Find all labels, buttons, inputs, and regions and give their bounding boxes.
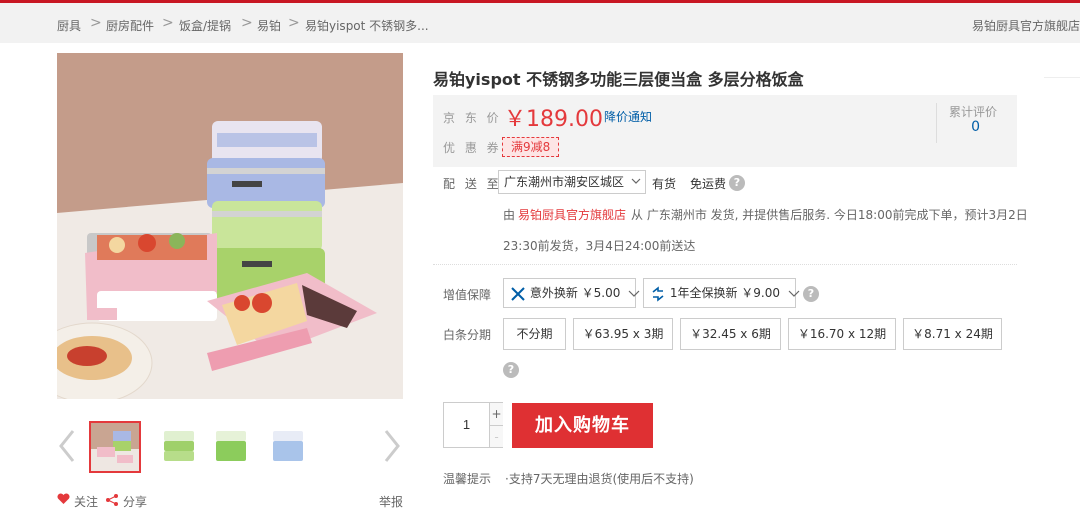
- accident-replacement-option[interactable]: 意外换新 ￥5.00: [503, 278, 640, 308]
- chevron-down-icon: [631, 178, 641, 184]
- report-button[interactable]: 举报: [379, 493, 403, 510]
- value-added-label: 增值保障: [443, 288, 492, 302]
- shipping-status: 免运费: [690, 177, 727, 191]
- address-selector[interactable]: 广东潮州市潮安区城区: [498, 170, 646, 194]
- main-product-image[interactable]: [57, 53, 403, 399]
- delivery-info-line1: 从 广东潮州市 发货, 并提供售后服务. 今日18:00前完成下单，预计3月2日: [631, 208, 1028, 222]
- thumbnail-4[interactable]: [263, 421, 315, 473]
- breadcrumb-separator: >: [162, 15, 174, 31]
- full-replacement-option[interactable]: 1年全保换新 ￥9.00: [643, 278, 800, 308]
- divider: [433, 264, 1017, 265]
- breadcrumb-separator: >: [90, 15, 102, 31]
- chevron-right-icon[interactable]: [382, 428, 402, 464]
- installment-label: 白条分期: [443, 328, 492, 342]
- delivery-label: 配 送 至: [443, 177, 502, 191]
- add-to-cart-button[interactable]: 加入购物车: [512, 403, 653, 448]
- stock-status: 有货: [652, 177, 677, 191]
- shop-name-link[interactable]: 易铂厨具官方旗舰店: [972, 17, 1080, 34]
- price-alert-link[interactable]: 降价通知: [604, 108, 652, 125]
- installment-option-3[interactable]: ￥63.95 x 3期: [573, 318, 673, 350]
- delivery-info-line2: 23:30前发货，3月4日24:00前送达: [503, 239, 696, 253]
- product-title: 易铂yispot 不锈钢多功能三层便当盒 多层分格饭盒: [433, 70, 804, 89]
- breadcrumb-item-kitchen-accessories[interactable]: 厨房配件: [106, 17, 154, 34]
- swap-icon: [652, 285, 664, 302]
- installment-option-12[interactable]: ￥16.70 x 12期: [788, 318, 896, 350]
- help-icon[interactable]: ?: [803, 286, 819, 302]
- tools-icon: [511, 286, 525, 301]
- seller-prefix: 由: [503, 208, 516, 222]
- thumbnail-2[interactable]: [154, 421, 206, 473]
- breadcrumb-separator: >: [241, 15, 253, 31]
- breadcrumb-item-product: 易铂yispot 不锈钢多...: [305, 19, 429, 33]
- right-sidebar-edge: [1044, 77, 1080, 529]
- quantity-increase-button[interactable]: +: [489, 403, 503, 425]
- thumbnail-1[interactable]: [89, 421, 141, 473]
- coupon-badge[interactable]: 满9减8: [502, 137, 560, 157]
- breadcrumb-item-brand[interactable]: 易铂: [257, 17, 281, 34]
- quantity-decrease-button[interactable]: -: [489, 425, 503, 447]
- tips-label: 温馨提示: [443, 472, 492, 486]
- breadcrumb: 厨具 > 厨房配件 > 饭盒/提锅 > 易铂 > 易铂yispot 不锈钢多..…: [0, 3, 1080, 43]
- chevron-down-icon: [628, 290, 640, 297]
- lunchbox-photo: [57, 53, 403, 399]
- breadcrumb-item-lunchbox[interactable]: 饭盒/提锅: [179, 17, 231, 34]
- coupon-label: 优 惠 券: [443, 141, 502, 155]
- help-icon[interactable]: ?: [729, 175, 745, 191]
- installment-option-24[interactable]: ￥8.71 x 24期: [903, 318, 1002, 350]
- quantity-input[interactable]: [444, 403, 489, 447]
- breadcrumb-item-kitchenware[interactable]: 厨具: [57, 17, 81, 34]
- chevron-down-icon: [788, 290, 800, 297]
- price-panel: 京 东 价 ￥189.00 降价通知 优 惠 券 满9减8 累计评价 0: [433, 95, 1017, 167]
- review-label: 累计评价: [948, 105, 997, 119]
- follow-button[interactable]: 关注: [74, 493, 98, 510]
- installment-option-6[interactable]: ￥32.45 x 6期: [680, 318, 781, 350]
- address-value: 广东潮州市潮安区城区: [504, 175, 625, 189]
- heart-icon[interactable]: [57, 493, 70, 508]
- share-icon[interactable]: [105, 493, 119, 510]
- accident-replacement-label: 意外换新 ￥5.00: [529, 286, 621, 300]
- full-replacement-label: 1年全保换新 ￥9.00: [669, 286, 780, 300]
- tips-text: ·支持7天无理由退货(使用后不支持): [505, 472, 694, 486]
- quantity-stepper: + -: [443, 402, 503, 448]
- divider: [936, 103, 937, 143]
- seller-link[interactable]: 易铂厨具官方旗舰店: [518, 206, 626, 223]
- price-label: 京 东 价: [443, 111, 502, 125]
- help-icon[interactable]: ?: [503, 362, 519, 378]
- installment-option-none[interactable]: 不分期: [503, 318, 566, 350]
- review-count-link[interactable]: 0: [971, 119, 980, 135]
- product-price: ￥189.00: [504, 107, 603, 132]
- breadcrumb-separator: >: [288, 15, 300, 31]
- chevron-left-icon[interactable]: [57, 428, 77, 464]
- share-button[interactable]: 分享: [123, 493, 147, 510]
- thumbnail-3[interactable]: [206, 421, 258, 473]
